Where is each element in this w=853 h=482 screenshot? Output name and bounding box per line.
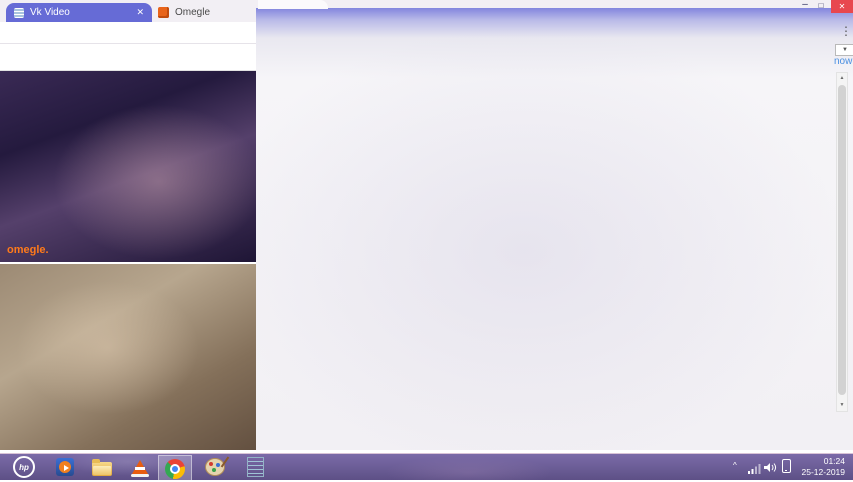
close-button[interactable]: ✕ <box>831 0 853 13</box>
tab-omegle[interactable]: Omegle <box>158 3 210 22</box>
now-link[interactable]: now <box>834 56 852 67</box>
maximize-button[interactable]: □ <box>814 0 828 12</box>
page-scrollbar[interactable]: ▲ ▼ <box>836 72 848 412</box>
tab-close-icon[interactable]: ✕ <box>136 7 144 18</box>
tab-label: Omegle <box>175 7 211 18</box>
clock-time: 01:24 <box>823 456 845 466</box>
browser-menu-icon[interactable]: ⋮ <box>840 24 852 38</box>
video-watermark: omegle. <box>7 244 49 256</box>
file-explorer-button[interactable] <box>90 456 114 478</box>
language-dropdown[interactable]: ▼ <box>835 44 853 56</box>
paint-palette-icon <box>205 458 225 476</box>
vk-favicon-icon <box>14 7 24 18</box>
scroll-up-icon[interactable]: ▲ <box>837 73 847 84</box>
volume-icon[interactable] <box>764 460 777 478</box>
clock-date: 25-12-2019 <box>801 467 845 478</box>
chrome-button-active[interactable] <box>158 455 192 482</box>
video-feed-bottom <box>0 264 256 450</box>
tab-label: Vk Video <box>30 7 70 18</box>
minimize-button[interactable]: – <box>798 0 812 12</box>
media-player-icon <box>56 458 74 476</box>
video-feed-top <box>0 71 256 262</box>
notepad-button[interactable] <box>243 456 267 478</box>
paint-button[interactable] <box>203 456 227 478</box>
tray-expand-icon[interactable]: ^ <box>733 461 737 470</box>
taskbar-clock[interactable]: 01:24 25-12-2019 <box>793 456 845 478</box>
network-signal-icon[interactable] <box>748 461 761 479</box>
chrome-icon <box>165 458 185 479</box>
vlc-button[interactable] <box>128 456 152 478</box>
media-player-button[interactable] <box>53 456 77 478</box>
vlc-cone-icon <box>131 460 149 477</box>
hp-logo-icon: hp <box>13 456 35 478</box>
scroll-down-icon[interactable]: ▼ <box>837 400 847 411</box>
blurred-overlay-window <box>256 8 853 450</box>
scrollbar-thumb[interactable] <box>838 85 846 395</box>
tab-vk-video[interactable]: Vk Video ✕ <box>6 3 152 22</box>
hp-start-button[interactable]: hp <box>12 456 36 478</box>
folder-icon <box>92 458 112 476</box>
notepad-icon <box>246 457 264 477</box>
omegle-favicon-icon <box>158 7 169 18</box>
overlay-corner <box>258 0 328 9</box>
device-icon[interactable] <box>782 459 791 473</box>
